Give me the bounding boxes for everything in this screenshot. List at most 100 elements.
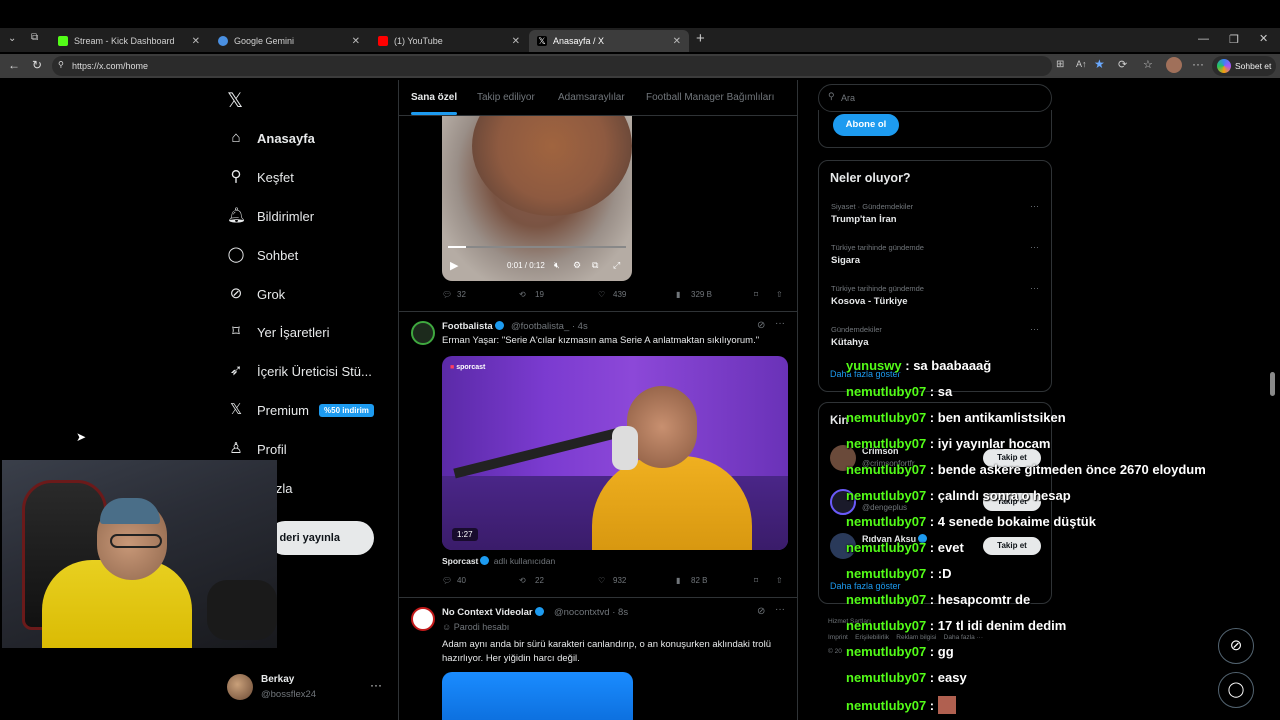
footer-link[interactable]: Daha fazla ··· [944, 634, 983, 641]
post-handle[interactable]: @nocontxtvd · 8s [554, 607, 628, 618]
copilot-button[interactable]: Sohbet et [1212, 56, 1276, 76]
url-field[interactable]: ⚲ https://x.com/home [52, 56, 1052, 76]
favorite-star-icon[interactable]: ★ [1094, 57, 1105, 71]
nav-chat[interactable]: ◯ Sohbet [227, 243, 299, 267]
profile-avatar[interactable] [1166, 57, 1182, 73]
more-icon[interactable]: ··· [1030, 201, 1039, 211]
tab-youtube[interactable]: (1) YouTube ✕ [370, 30, 528, 52]
reply-icon[interactable]: 💬︎ [442, 576, 452, 585]
grok-icon[interactable]: ⊘ [757, 320, 765, 331]
post-handle[interactable]: @footbalista_ · 4s [511, 321, 588, 332]
nav-label: Premium [257, 402, 310, 418]
repost-icon[interactable]: ⟲ [519, 576, 526, 585]
follow-button[interactable]: Takip et [983, 537, 1041, 555]
close-icon[interactable]: ✕ [673, 36, 681, 47]
app-available-icon[interactable]: ⊞ [1056, 59, 1064, 70]
nav-grok[interactable]: ⊘ Grok [227, 282, 285, 306]
post-button[interactable]: deri yayınla [268, 521, 374, 555]
back-icon[interactable]: ← [8, 58, 20, 72]
close-icon[interactable]: ✕ [352, 36, 360, 47]
grok-float-button[interactable]: ⊘ [1218, 628, 1254, 664]
settings-icon[interactable]: ⚙ [573, 260, 581, 271]
scrollbar-thumb[interactable] [1270, 372, 1275, 396]
tab-kick[interactable]: Stream - Kick Dashboard ✕ [50, 30, 208, 52]
post-video[interactable]: ■ sporcast 1:27 [442, 356, 788, 550]
avatar[interactable] [411, 607, 435, 631]
nav-profile[interactable]: ♙ Profil [227, 437, 286, 461]
like-icon[interactable]: ♡ [598, 290, 605, 299]
messages-float-button[interactable]: ◯ [1218, 672, 1254, 708]
extensions-icon[interactable]: ⟳ [1118, 58, 1127, 71]
reply-icon[interactable]: 💬︎ [442, 290, 452, 299]
avatar[interactable] [227, 674, 253, 700]
tab-gemini[interactable]: Google Gemini ✕ [210, 30, 368, 52]
grok-icon[interactable]: ⊘ [757, 606, 765, 617]
scrollbar[interactable] [1268, 80, 1276, 720]
trend-category: Türkiye tarihinde gündemde [831, 284, 924, 293]
more-icon[interactable]: ··· [1030, 283, 1039, 293]
mute-icon[interactable]: 🔇︎ [554, 260, 560, 271]
views-icon[interactable]: ▮ [676, 290, 680, 299]
repost-count: 22 [535, 576, 544, 585]
more-icon[interactable]: ··· [1192, 57, 1204, 71]
post-video[interactable]: ▶ 0:01 / 0:12 🔇︎ ⚙ ⧉ ⤢ [442, 116, 632, 281]
repost-icon[interactable]: ⟲ [519, 290, 526, 299]
close-icon[interactable]: ✕ [512, 36, 520, 47]
x-logo-icon[interactable]: 𝕏 [227, 88, 243, 113]
subscribe-button[interactable]: Abone ol [833, 114, 899, 136]
post-author[interactable]: Footbalista [442, 321, 506, 332]
nav-notifications[interactable]: 🔔︎ Bildirimler [227, 204, 314, 228]
tab-football-manager[interactable]: Football Manager Bağımlıları [646, 92, 774, 103]
footer-link[interactable]: Reklam bilgisi [896, 634, 936, 641]
nav-bookmarks[interactable]: ⌑ Yer İşaretleri [227, 320, 329, 344]
pip-icon[interactable]: ⧉ [592, 260, 598, 271]
profile-name: Berkay [261, 674, 295, 685]
nav-explore[interactable]: ⚲ Keşfet [227, 165, 294, 189]
show-more-link[interactable]: Daha fazla göster [830, 581, 901, 591]
footer-link[interactable]: Imprint [828, 634, 848, 641]
more-icon[interactable]: ··· [1030, 242, 1039, 252]
author-name: Footbalista [442, 321, 493, 332]
read-aloud-icon[interactable]: A↑ [1076, 59, 1087, 69]
site-info-icon[interactable]: ⚲ [58, 60, 64, 69]
bookmark-icon[interactable]: ⌑ [754, 290, 758, 299]
fullscreen-icon[interactable]: ⤢ [613, 260, 620, 271]
close-icon[interactable]: ✕ [192, 36, 200, 47]
tab-following[interactable]: Takip ediliyor [477, 92, 535, 103]
nav-creator-studio[interactable]: ➶ İçerik Üreticisi Stü... [227, 359, 372, 383]
footer-link[interactable]: Erişilebilirlik [855, 634, 889, 641]
chat-text: gg [937, 644, 954, 659]
source-attribution[interactable]: Sporcast adlı kullanıcıdan [442, 556, 555, 566]
more-icon[interactable]: ··· [775, 318, 785, 329]
like-icon[interactable]: ♡ [598, 576, 605, 585]
more-icon[interactable]: ··· [370, 678, 382, 692]
video-duration: 1:27 [452, 528, 478, 541]
post-author[interactable]: No Context Videolar [442, 607, 546, 618]
play-icon[interactable]: ▶ [450, 259, 458, 272]
tab-adamsaraylilar[interactable]: Adamsaraylılar [558, 92, 625, 103]
tab-for-you[interactable]: Sana özel [411, 92, 458, 115]
nav-home[interactable]: ⌂ Anasayfa [227, 126, 314, 150]
reload-icon[interactable]: ↻ [32, 58, 42, 72]
favorites-icon[interactable]: ☆ [1143, 58, 1153, 71]
tab-x[interactable]: 𝕏 Anasayfa / X ✕ [529, 30, 689, 52]
search-input[interactable]: ⚲ Ara [818, 84, 1052, 112]
trend-category: Siyaset · Gündemdekiler [831, 202, 914, 211]
share-icon[interactable]: ⇧ [776, 290, 783, 299]
restore-icon[interactable]: ❐ [1229, 33, 1239, 46]
post-media[interactable] [442, 672, 633, 720]
bookmark-icon[interactable]: ⌑ [754, 576, 758, 585]
new-tab-icon[interactable]: + [696, 30, 705, 47]
video-progress[interactable] [448, 246, 626, 248]
tab-list-icon[interactable]: ⌄ [8, 33, 16, 44]
window-close-icon[interactable]: ✕ [1259, 32, 1268, 45]
views-icon[interactable]: ▮ [676, 576, 680, 585]
minimize-icon[interactable]: — [1198, 33, 1209, 45]
nav-premium[interactable]: 𝕏 Premium %50 indirim [227, 398, 374, 422]
more-icon[interactable]: ··· [775, 604, 785, 615]
avatar[interactable] [411, 321, 435, 345]
more-icon[interactable]: ··· [1030, 324, 1039, 334]
workspaces-icon[interactable]: ⧉ [31, 32, 38, 43]
share-icon[interactable]: ⇧ [776, 576, 783, 585]
post-actions: 💬︎ 32 ⟲ 19 ♡ 439 ▮ 329 B ⌑ ⇧ [442, 290, 787, 302]
